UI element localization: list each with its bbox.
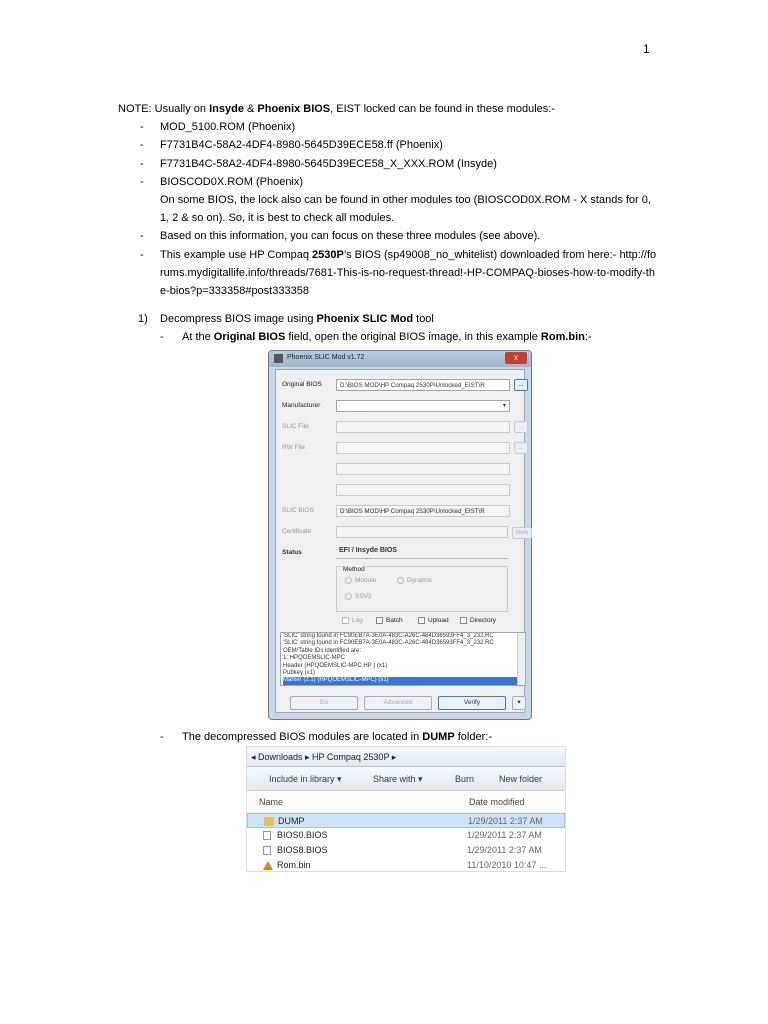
file-row-bios8[interactable]: BIOS8.BIOS 1/29/2011 2:37 AM	[247, 843, 565, 858]
breadcrumb[interactable]: ◂ Downloads ▸ HP Compaq 2530P ▸	[247, 747, 565, 767]
method-group: Method Module Dynamic SSV2	[336, 566, 508, 612]
share-with-button[interactable]: Share with ▾	[373, 767, 423, 791]
window-title: Phoenix SLIC Mod v1.72	[287, 354, 365, 361]
note-line: NOTE: Usually on Insyde & Phoenix BIOS, …	[118, 103, 555, 115]
log-line: 'SLIC' string found in FC90EB7A-3E0A-483…	[283, 633, 494, 639]
list-item: F7731B4C-58A2-4DF4-8980-5645D39ECE58_X_X…	[140, 155, 658, 173]
file-row-rom[interactable]: Rom.bin 11/10/2010 10:47 ...	[247, 858, 565, 873]
extra-field-2[interactable]	[336, 484, 510, 496]
advanced-button[interactable]: Advanced	[364, 696, 432, 710]
log-line-selected: Marker (2.1) (HPQOEMSLIC-MPC) (x1)	[283, 677, 525, 685]
status-value: EFI / Insyde BIOS	[336, 547, 508, 559]
log-line: 1: HPQOEMSLIC-MPC	[283, 655, 346, 662]
step-1-sub-b: The decompressed BIOS modules are locate…	[160, 728, 492, 746]
rw-file-field[interactable]	[336, 442, 510, 454]
close-button[interactable]: x	[505, 352, 527, 364]
verify-button[interactable]: Verify	[438, 696, 506, 710]
window-body: Original BIOS D:\BIOS MOD\HP Compaq 2530…	[275, 369, 532, 713]
manufacturer-select[interactable]: ▾	[336, 400, 510, 412]
status-label: Status	[282, 549, 302, 556]
method-label: Method	[343, 566, 365, 573]
log-checkbox[interactable]: Log	[342, 617, 363, 624]
slic-file-field[interactable]	[336, 421, 510, 433]
file-icon	[263, 831, 271, 840]
browse-slic-button[interactable]: ...	[514, 421, 528, 433]
folder-icon	[264, 817, 274, 826]
list-item: Based on this information, you can focus…	[140, 227, 658, 245]
log-scrollbar[interactable]	[517, 633, 525, 685]
radio-module[interactable]: Module	[345, 577, 376, 584]
list-item: F7731B4C-58A2-4DF4-8980-5645D39ECE58.ff …	[140, 136, 658, 154]
batch-checkbox[interactable]: Batch	[376, 617, 403, 624]
app-icon	[274, 354, 283, 363]
page-number: 1	[643, 42, 650, 56]
step-1: 1) Decompress BIOS image using Phoenix S…	[138, 313, 434, 326]
vlc-cone-icon	[263, 861, 273, 870]
log-line: Header (HPQOEMSLIC-MPC HP ) (x1)	[283, 662, 388, 669]
column-header: Name Date modified	[247, 791, 565, 813]
burn-button[interactable]: Burn	[455, 767, 474, 791]
dropdown-arrow-button[interactable]: ▾	[512, 696, 526, 710]
col-name[interactable]: Name	[259, 797, 283, 807]
list-item: BIOSCOD0X.ROM (Phoenix)	[140, 173, 658, 191]
browse-original-button[interactable]: ...	[514, 379, 528, 391]
browse-rw-button[interactable]: ...	[514, 442, 528, 454]
chevron-down-icon: ▾	[502, 403, 506, 409]
file-icon	[263, 846, 271, 855]
manufacturer-label: Manufacturer	[282, 402, 321, 409]
file-row-bios0[interactable]: BIOS0.BIOS 1/29/2011 2:37 AM	[247, 828, 565, 843]
go-button[interactable]: Go	[290, 696, 358, 710]
step-1-sub-a: At the Original BIOS field, open the ori…	[160, 328, 658, 346]
extra-field-1[interactable]	[336, 463, 510, 475]
rw-file-label: RW File	[282, 444, 305, 451]
log-line: 'SLIC' string found in FC90EB7A-3E0A-483…	[283, 640, 494, 647]
slic-file-label: SLIC File	[282, 423, 309, 430]
list-item: This example use HP Compaq 2530P’s BIOS …	[140, 246, 658, 301]
radio-ssv2[interactable]: SSV2	[345, 593, 372, 600]
certificate-field[interactable]	[336, 526, 508, 538]
document-body: NOTE: Usually on Insyde & Phoenix BIOS, …	[118, 100, 658, 347]
verify-cert-button[interactable]: Verify	[512, 527, 532, 539]
directory-checkbox[interactable]: Directory	[460, 617, 496, 624]
original-bios-label: Original BIOS	[282, 381, 322, 388]
slic-mod-window: Phoenix SLIC Mod v1.72 x Original BIOS D…	[268, 350, 532, 720]
explorer-toolbar: Include in library ▾ Share with ▾ Burn N…	[247, 767, 565, 791]
upload-checkbox[interactable]: Upload	[418, 617, 449, 624]
slic-bios-label: SLIC BIOS	[282, 507, 314, 514]
chevron-down-icon: ▾	[517, 699, 521, 706]
log-output[interactable]: 'SLIC' string found in FC90EB7A-3E0A-483…	[280, 632, 526, 686]
radio-dynamic[interactable]: Dynamic	[397, 577, 432, 584]
log-line: OEM/Table IDs identified are:	[283, 647, 362, 654]
original-bios-field[interactable]: D:\BIOS MOD\HP Compaq 2530P\Unlocked_EIS…	[336, 379, 510, 391]
title-bar: Phoenix SLIC Mod v1.72 x	[269, 351, 531, 367]
slic-bios-field[interactable]: D:\BIOS MOD\HP Compaq 2530P\Unlocked_EIS…	[336, 505, 510, 517]
log-line: Pubkey (x1)	[283, 670, 316, 677]
explorer-window: ◂ Downloads ▸ HP Compaq 2530P ▸ Include …	[246, 746, 566, 872]
file-row-dump[interactable]: DUMP 1/29/2011 2:37 AM	[247, 813, 565, 828]
continuation-text: On some BIOS, the lock also can be found…	[160, 194, 651, 225]
module-list: MOD_5100.ROM (Phoenix) F7731B4C-58A2-4DF…	[140, 118, 658, 300]
new-folder-button[interactable]: New folder	[499, 767, 542, 791]
list-item: MOD_5100.ROM (Phoenix)	[140, 118, 658, 136]
certificate-label: Certificate	[282, 528, 312, 535]
col-date[interactable]: Date modified	[469, 797, 525, 807]
include-in-library-button[interactable]: Include in library ▾	[269, 767, 342, 791]
